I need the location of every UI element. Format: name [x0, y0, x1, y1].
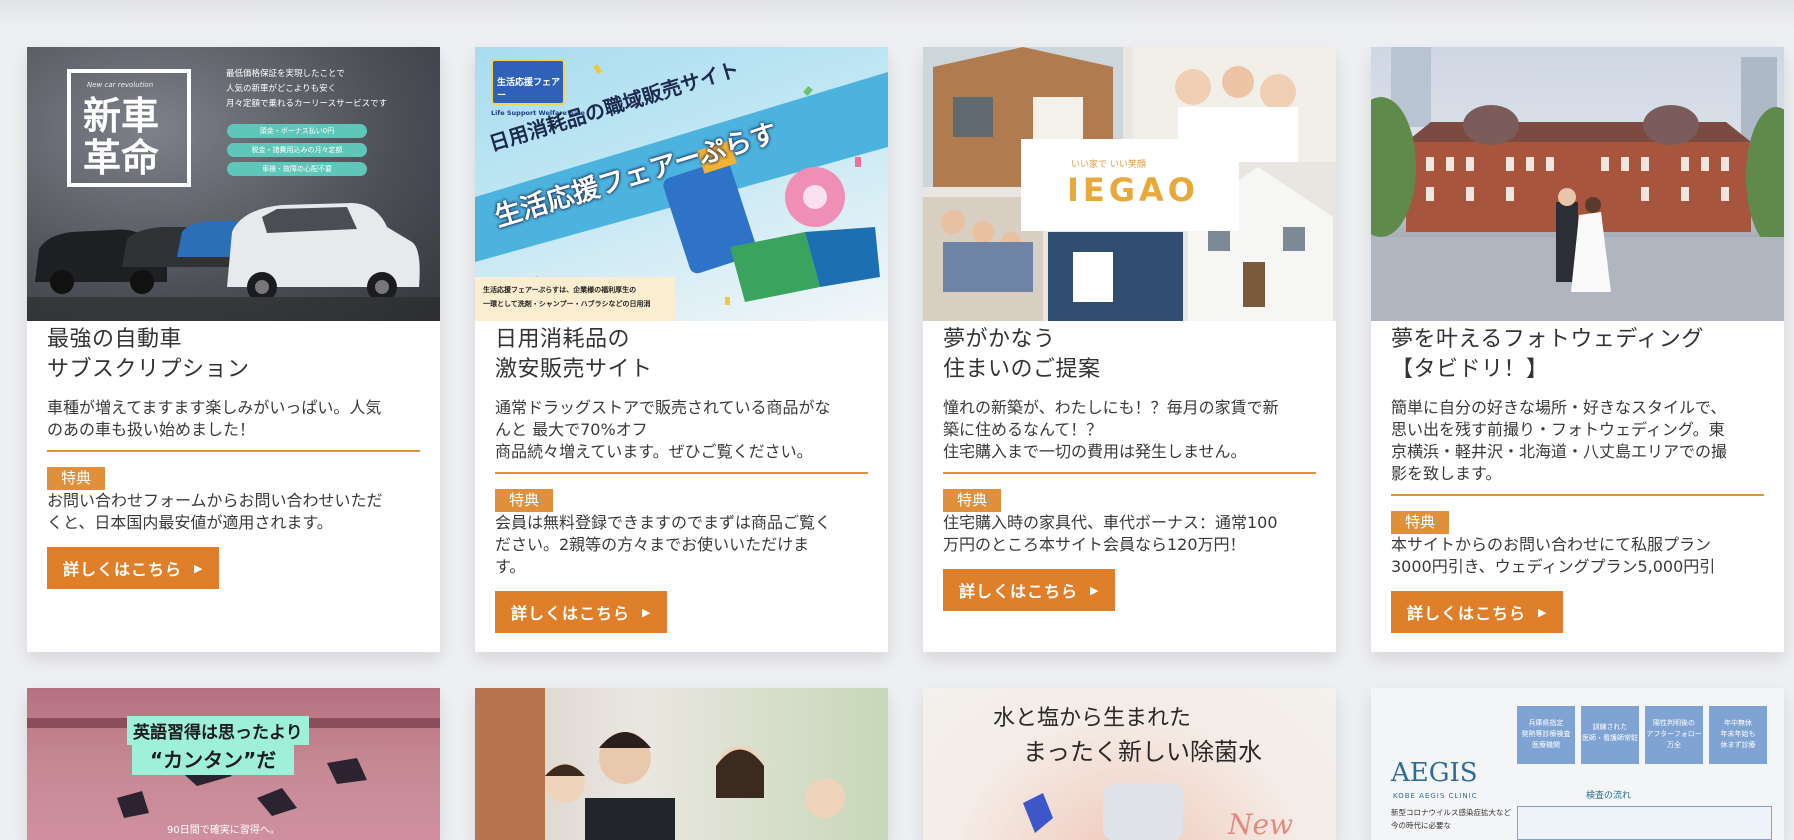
card-description: 簡単に自分の好きな場所・好きなスタイルで、 思い出を残す前撮り・フォトウェディン… — [1391, 398, 1728, 483]
card-english-school[interactable]: 英語習得は思ったより “カンタン”だ 90日間で確実に習得へ。 — [27, 688, 440, 840]
arrow-right-icon: ▶ — [1538, 605, 1548, 619]
card-body: 夢を叶えるフォトウェディング 【タビドリ！】 簡単に自分の好きな場所・好きなスタ… — [1371, 321, 1784, 633]
feature-box: 年中無休 年末年始も 休まず診療 — [1709, 706, 1767, 764]
promo-footer: 90日間で確実に習得へ。 — [167, 825, 280, 836]
benefit-text: 会員は無料登録できますのでまずは商品ご覧く ださい。2親等の方々までお使いいただ… — [495, 513, 832, 576]
benefit-text: 住宅購入時の家具代、車代ボーナス：通常100 万円のところ本サイト会員なら120… — [943, 513, 1278, 554]
tokyo-station-scene — [1371, 47, 1784, 321]
family-illustration — [475, 688, 845, 840]
details-button-label: 詳しくはこちら — [511, 604, 631, 623]
card-title: 夢がかなう 住まいのご提案 — [943, 327, 1101, 382]
divider — [1391, 494, 1764, 496]
card-car-subscription[interactable]: New car revolution 新車 革命 最低価格保証を実現したことで … — [27, 47, 440, 652]
fine-print-band — [27, 297, 440, 321]
feature-box: 兵庫県指定 発熱等診療検査 医療機関 — [1517, 706, 1575, 764]
details-button[interactable]: 詳しくはこちら ▶ — [47, 547, 220, 589]
feature-box: 陽性判明後の アフターフォロー 万全 — [1645, 706, 1703, 764]
car-illustration — [27, 187, 440, 302]
details-button-label: 詳しくはこちら — [63, 560, 183, 579]
benefit-badge: 特典 — [47, 467, 106, 490]
card-description: 通常ドラッグストアで販売されている商品がな んと 最大で70%オフ 商品続々増え… — [495, 398, 831, 461]
benefit-text: お問い合わせフォームからお問い合わせいただ くと、日本国内最安値が適用されます。 — [47, 491, 383, 532]
card-title: 日用消耗品の 激安販売サイト — [495, 327, 653, 382]
arrow-right-icon: ▶ — [1090, 583, 1100, 597]
divider — [943, 472, 1316, 474]
arrow-right-icon: ▶ — [642, 605, 652, 619]
divider — [47, 450, 420, 452]
card-photo-wedding[interactable]: 夢を叶えるフォトウェディング 【タビドリ！】 簡単に自分の好きな場所・好きなスタ… — [1371, 47, 1784, 652]
card-housing[interactable]: いい家で いい笑顔 IEGAO 夢がかなう 住まいのご提案 憧れの新築が、わたし… — [923, 47, 1336, 652]
feature-box: 訓練された 医師・看護師常駐 — [1581, 706, 1639, 764]
family-photo-image[interactable] — [475, 688, 888, 840]
benefit-badge: 特典 — [495, 489, 554, 512]
fair-description: 生活応援フェアーぷらすは、企業様の福利厚生の 一環として洗剤・シャンプー・ハブラ… — [475, 277, 675, 321]
promo-pill: 税金・諸費用込みの月々定額 — [227, 143, 367, 157]
details-button-label: 詳しくはこちら — [1407, 604, 1527, 623]
card-body: 最強の自動車 サブスクリプション 車種が増えてますます楽しみがいっぱい。人気 の… — [27, 321, 440, 589]
card-title: 最強の自動車 サブスクリプション — [47, 327, 250, 382]
benefit-text: 本サイトからのお問い合わせにて私服プラン 3000円引き、ウェディングプラン5,… — [1391, 535, 1716, 576]
details-button-label: 詳しくはこちら — [959, 582, 1079, 601]
headline-line2: “カンタン”だ — [132, 742, 295, 775]
daily-goods-image[interactable]: 生活応援フェアー Life Support Welfare Sale 日用消耗品… — [475, 47, 888, 321]
english-school-image[interactable]: 英語習得は思ったより “カンタン”だ 90日間で確実に習得へ。 — [27, 688, 440, 840]
card-clinic[interactable]: AEGIS KOBE AEGIS CLINIC 新型コロナウイルス感染症拡大など… — [1371, 688, 1784, 840]
clinic-name: KOBE AEGIS CLINIC — [1393, 792, 1478, 800]
logo-tagline: いい家で いい笑顔 — [1071, 160, 1146, 170]
clinic-caption: 新型コロナウイルス感染症拡大など 今の時代に必要な — [1391, 808, 1511, 830]
flow-chart — [1517, 806, 1772, 840]
card-title: 夢を叶えるフォトウェディング 【タビドリ！】 — [1391, 327, 1704, 382]
photo-wedding-image[interactable] — [1371, 47, 1784, 321]
top-shadow — [0, 0, 1794, 30]
details-button[interactable]: 詳しくはこちら ▶ — [495, 591, 668, 633]
tagline: New car revolution — [87, 81, 154, 89]
headline-line1: 英語習得は思ったより — [127, 716, 309, 745]
card-family-photo[interactable] — [475, 688, 888, 840]
inspection-flow-label: 検査の流れ — [1586, 791, 1632, 801]
new-label: New — [1228, 808, 1294, 840]
card-daily-goods[interactable]: 生活応援フェアー Life Support Welfare Sale 日用消耗品… — [475, 47, 888, 652]
fair-logo-badge: 生活応援フェアー — [491, 59, 565, 105]
benefit-badge: 特典 — [1391, 511, 1450, 534]
card-body: 夢がかなう 住まいのご提案 憧れの新築が、わたしにも！？毎月の家賃で新 築に住め… — [923, 321, 1336, 611]
promo-copy: 最低価格保証を実現したことで 人気の新車がどこよりも安く 月々定額で乗れるカーリ… — [226, 69, 388, 109]
details-button[interactable]: 詳しくはこちら ▶ — [943, 569, 1116, 611]
car-subscription-image[interactable]: New car revolution 新車 革命 最低価格保証を実現したことで … — [27, 47, 440, 321]
card-description: 車種が増えてますます楽しみがいっぱい。人気 のあの車も扱い始めました！ — [47, 398, 382, 439]
arrow-right-icon: ▶ — [194, 561, 204, 575]
card-sanitizer-water[interactable]: 水と塩から生まれた まったく新しい除菌水 New — [923, 688, 1336, 840]
promo-pill: 頭金・ボーナス払い0円 — [227, 124, 367, 138]
card-description: 憧れの新築が、わたしにも！？毎月の家賃で新 築に住めるなんて！？ 住宅購入まで一… — [943, 398, 1279, 461]
divider — [495, 472, 868, 474]
promo-pill: 車検・故障の心配不要 — [227, 162, 367, 176]
headline: 新車 革命 — [83, 94, 160, 180]
housing-image[interactable]: いい家で いい笑顔 IEGAO — [923, 47, 1336, 321]
iegao-logo: IEGAO — [1067, 171, 1199, 209]
aegis-logo: AEGIS — [1391, 758, 1478, 788]
clinic-image[interactable]: AEGIS KOBE AEGIS CLINIC 新型コロナウイルス感染症拡大など… — [1371, 688, 1784, 840]
sanitizer-water-image[interactable]: 水と塩から生まれた まったく新しい除菌水 New — [923, 688, 1336, 840]
iegao-logo-panel: いい家で いい笑顔 IEGAO — [1021, 139, 1239, 231]
benefit-badge: 特典 — [943, 489, 1002, 512]
details-button[interactable]: 詳しくはこちら ▶ — [1391, 591, 1564, 633]
card-body: 日用消耗品の 激安販売サイト 通常ドラッグストアで販売されている商品がな んと … — [475, 321, 888, 633]
